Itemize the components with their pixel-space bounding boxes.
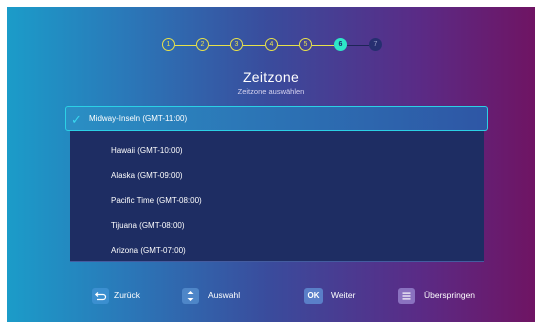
step-connector [209,44,230,46]
step-connector [312,44,334,46]
list-item[interactable]: Alaska (GMT-09:00) [70,163,484,188]
back-label: Zurück [114,290,140,300]
list-item-label: Alaska (GMT-09:00) [111,171,183,180]
list-item-label: Hawaii (GMT-10:00) [111,146,183,155]
up-down-arrows-icon [182,288,199,304]
step-connector [175,44,196,46]
next-label: Weiter [331,290,356,300]
step-connector [278,44,299,46]
page-subtitle: Zeitzone auswählen [237,87,305,96]
step-2: 2 [196,38,209,51]
list-divider [70,261,484,262]
list-item-label: Tijuana (GMT-08:00) [111,221,185,230]
step-6-current: 6 [334,38,347,51]
timezone-list[interactable]: ✓ Midway-Inseln (GMT-11:00) Hawaii (GMT-… [65,106,488,263]
progress-stepper: 1 2 3 4 5 6 7 [162,38,392,54]
checkmark-icon: ✓ [71,112,82,127]
list-item-label: Arizona (GMT-07:00) [111,246,186,255]
list-item-selected[interactable]: ✓ Midway-Inseln (GMT-11:00) [65,106,488,131]
page-title: Zeitzone [242,69,300,85]
skip-label: Überspringen [424,290,476,300]
list-item[interactable]: Hawaii (GMT-10:00) [70,138,484,163]
list-item[interactable]: Pacific Time (GMT-08:00) [70,188,484,213]
list-item[interactable]: Arizona (GMT-07:00) [70,238,484,263]
step-4: 4 [265,38,278,51]
step-connector [347,44,369,46]
step-3: 3 [230,38,243,51]
list-item-label: Pacific Time (GMT-08:00) [111,196,202,205]
ok-badge: OK [304,288,323,304]
menu-icon [398,288,415,304]
back-icon [92,288,109,304]
select-label: Auswahl [208,290,241,300]
list-item[interactable]: Tijuana (GMT-08:00) [70,213,484,238]
list-item-label: Midway-Inseln (GMT-11:00) [89,114,188,123]
setup-screen: 1 2 3 4 5 6 7 Zeitzone Zeitzone auswähle… [7,7,535,322]
step-5: 5 [299,38,312,51]
step-7: 7 [369,38,382,51]
step-connector [243,44,265,46]
step-1: 1 [162,38,175,51]
